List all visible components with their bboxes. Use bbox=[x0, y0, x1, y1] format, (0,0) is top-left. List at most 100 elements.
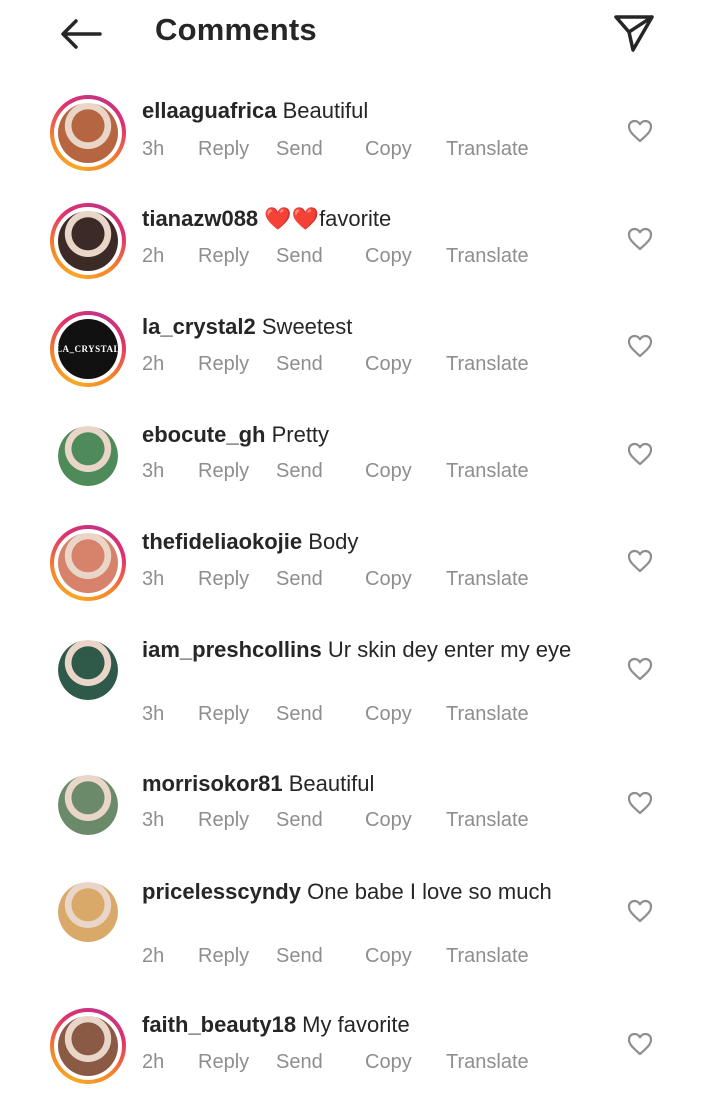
avatar-image: LA_CRYSTAL bbox=[58, 319, 118, 379]
translate-button[interactable]: Translate bbox=[446, 460, 529, 483]
heart-icon bbox=[627, 657, 653, 681]
send-button[interactable]: Send bbox=[276, 1051, 323, 1074]
comment-text: Ur skin dey enter my eye bbox=[321, 637, 572, 662]
comment-text-line: pricelesscyndy One babe I love so much bbox=[142, 879, 552, 905]
like-button[interactable] bbox=[626, 226, 654, 252]
avatar[interactable] bbox=[50, 1008, 126, 1084]
copy-button[interactable]: Copy bbox=[365, 245, 412, 268]
comment-username[interactable]: pricelesscyndy bbox=[142, 879, 301, 904]
translate-button[interactable]: Translate bbox=[446, 138, 529, 161]
translate-button[interactable]: Translate bbox=[446, 568, 529, 591]
back-button[interactable] bbox=[56, 14, 104, 54]
like-button[interactable] bbox=[626, 548, 654, 574]
comment-time: 3h bbox=[142, 568, 165, 590]
comment-text: One babe I love so much bbox=[300, 879, 552, 904]
avatar[interactable] bbox=[50, 632, 126, 708]
comment-username[interactable]: thefideliaokojie bbox=[142, 529, 302, 554]
avatar[interactable] bbox=[50, 525, 126, 601]
story-ring bbox=[50, 95, 126, 171]
share-button[interactable] bbox=[610, 10, 658, 56]
avatar-image bbox=[58, 1016, 118, 1076]
send-button[interactable]: Send bbox=[276, 809, 323, 832]
avatar[interactable]: LA_CRYSTAL bbox=[50, 311, 126, 387]
copy-button[interactable]: Copy bbox=[365, 809, 412, 832]
comment-text: ❤️❤️favorite bbox=[258, 206, 392, 231]
comment-username[interactable]: faith_beauty18 bbox=[142, 1012, 296, 1037]
like-button[interactable] bbox=[626, 118, 654, 144]
send-button[interactable]: Send bbox=[276, 353, 323, 376]
comment-time: 3h bbox=[142, 703, 165, 725]
avatar[interactable] bbox=[50, 203, 126, 279]
reply-button[interactable]: Reply bbox=[198, 945, 249, 968]
comment-text: Beautiful bbox=[276, 98, 369, 123]
avatar-image bbox=[58, 775, 118, 835]
reply-button[interactable]: Reply bbox=[198, 353, 249, 376]
page-title: Comments bbox=[155, 12, 317, 47]
send-button[interactable]: Send bbox=[276, 945, 323, 968]
like-button[interactable] bbox=[626, 790, 654, 816]
avatar[interactable] bbox=[50, 874, 126, 950]
comment-time: 2h bbox=[142, 245, 165, 267]
reply-button[interactable]: Reply bbox=[198, 245, 249, 268]
copy-button[interactable]: Copy bbox=[365, 460, 412, 483]
comment-time: 3h bbox=[142, 138, 165, 160]
translate-button[interactable]: Translate bbox=[446, 945, 529, 968]
header: Comments bbox=[0, 0, 720, 70]
comment-text: Body bbox=[302, 529, 359, 554]
copy-button[interactable]: Copy bbox=[365, 353, 412, 376]
reply-button[interactable]: Reply bbox=[198, 809, 249, 832]
like-button[interactable] bbox=[626, 898, 654, 924]
comment-time: 3h bbox=[142, 460, 165, 482]
comment-username[interactable]: ebocute_gh bbox=[142, 422, 265, 447]
reply-button[interactable]: Reply bbox=[198, 460, 249, 483]
like-button[interactable] bbox=[626, 333, 654, 359]
heart-icon bbox=[627, 791, 653, 815]
avatar[interactable] bbox=[50, 95, 126, 171]
comment-text-line: tianazw088 ❤️❤️favorite bbox=[142, 206, 391, 232]
like-button[interactable] bbox=[626, 656, 654, 682]
translate-button[interactable]: Translate bbox=[446, 1051, 529, 1074]
comment-username[interactable]: morrisokor81 bbox=[142, 771, 283, 796]
avatar-image bbox=[58, 211, 118, 271]
comment-time: 2h bbox=[142, 353, 165, 375]
avatar[interactable] bbox=[50, 767, 126, 843]
avatar-label: LA_CRYSTAL bbox=[58, 344, 118, 354]
send-button[interactable]: Send bbox=[276, 138, 323, 161]
heart-icon bbox=[627, 442, 653, 466]
comment-username[interactable]: la_crystal2 bbox=[142, 314, 256, 339]
like-button[interactable] bbox=[626, 1031, 654, 1057]
arrow-left-icon bbox=[61, 19, 102, 49]
avatar-image bbox=[58, 426, 118, 486]
heart-icon bbox=[627, 1032, 653, 1056]
story-ring bbox=[50, 203, 126, 279]
avatar[interactable] bbox=[50, 418, 126, 494]
copy-button[interactable]: Copy bbox=[365, 568, 412, 591]
send-button[interactable]: Send bbox=[276, 245, 323, 268]
avatar-image bbox=[58, 640, 118, 700]
comment-time: 2h bbox=[142, 1051, 165, 1073]
send-button[interactable]: Send bbox=[276, 568, 323, 591]
story-ring bbox=[50, 1008, 126, 1084]
copy-button[interactable]: Copy bbox=[365, 1051, 412, 1074]
reply-button[interactable]: Reply bbox=[198, 703, 249, 726]
translate-button[interactable]: Translate bbox=[446, 245, 529, 268]
send-button[interactable]: Send bbox=[276, 703, 323, 726]
reply-button[interactable]: Reply bbox=[198, 138, 249, 161]
copy-button[interactable]: Copy bbox=[365, 703, 412, 726]
comment-username[interactable]: ellaaguafrica bbox=[142, 98, 277, 123]
translate-button[interactable]: Translate bbox=[446, 809, 529, 832]
reply-button[interactable]: Reply bbox=[198, 1051, 249, 1074]
comment-text-line: thefideliaokojie Body bbox=[142, 529, 358, 555]
translate-button[interactable]: Translate bbox=[446, 703, 529, 726]
copy-button[interactable]: Copy bbox=[365, 945, 412, 968]
copy-button[interactable]: Copy bbox=[365, 138, 412, 161]
comment-text: Beautiful bbox=[282, 771, 375, 796]
comment-username[interactable]: iam_preshcollins bbox=[142, 637, 322, 662]
story-ring bbox=[50, 525, 126, 601]
translate-button[interactable]: Translate bbox=[446, 353, 529, 376]
comment-username[interactable]: tianazw088 bbox=[142, 206, 258, 231]
reply-button[interactable]: Reply bbox=[198, 568, 249, 591]
story-ring: LA_CRYSTAL bbox=[50, 311, 126, 387]
like-button[interactable] bbox=[626, 441, 654, 467]
send-button[interactable]: Send bbox=[276, 460, 323, 483]
